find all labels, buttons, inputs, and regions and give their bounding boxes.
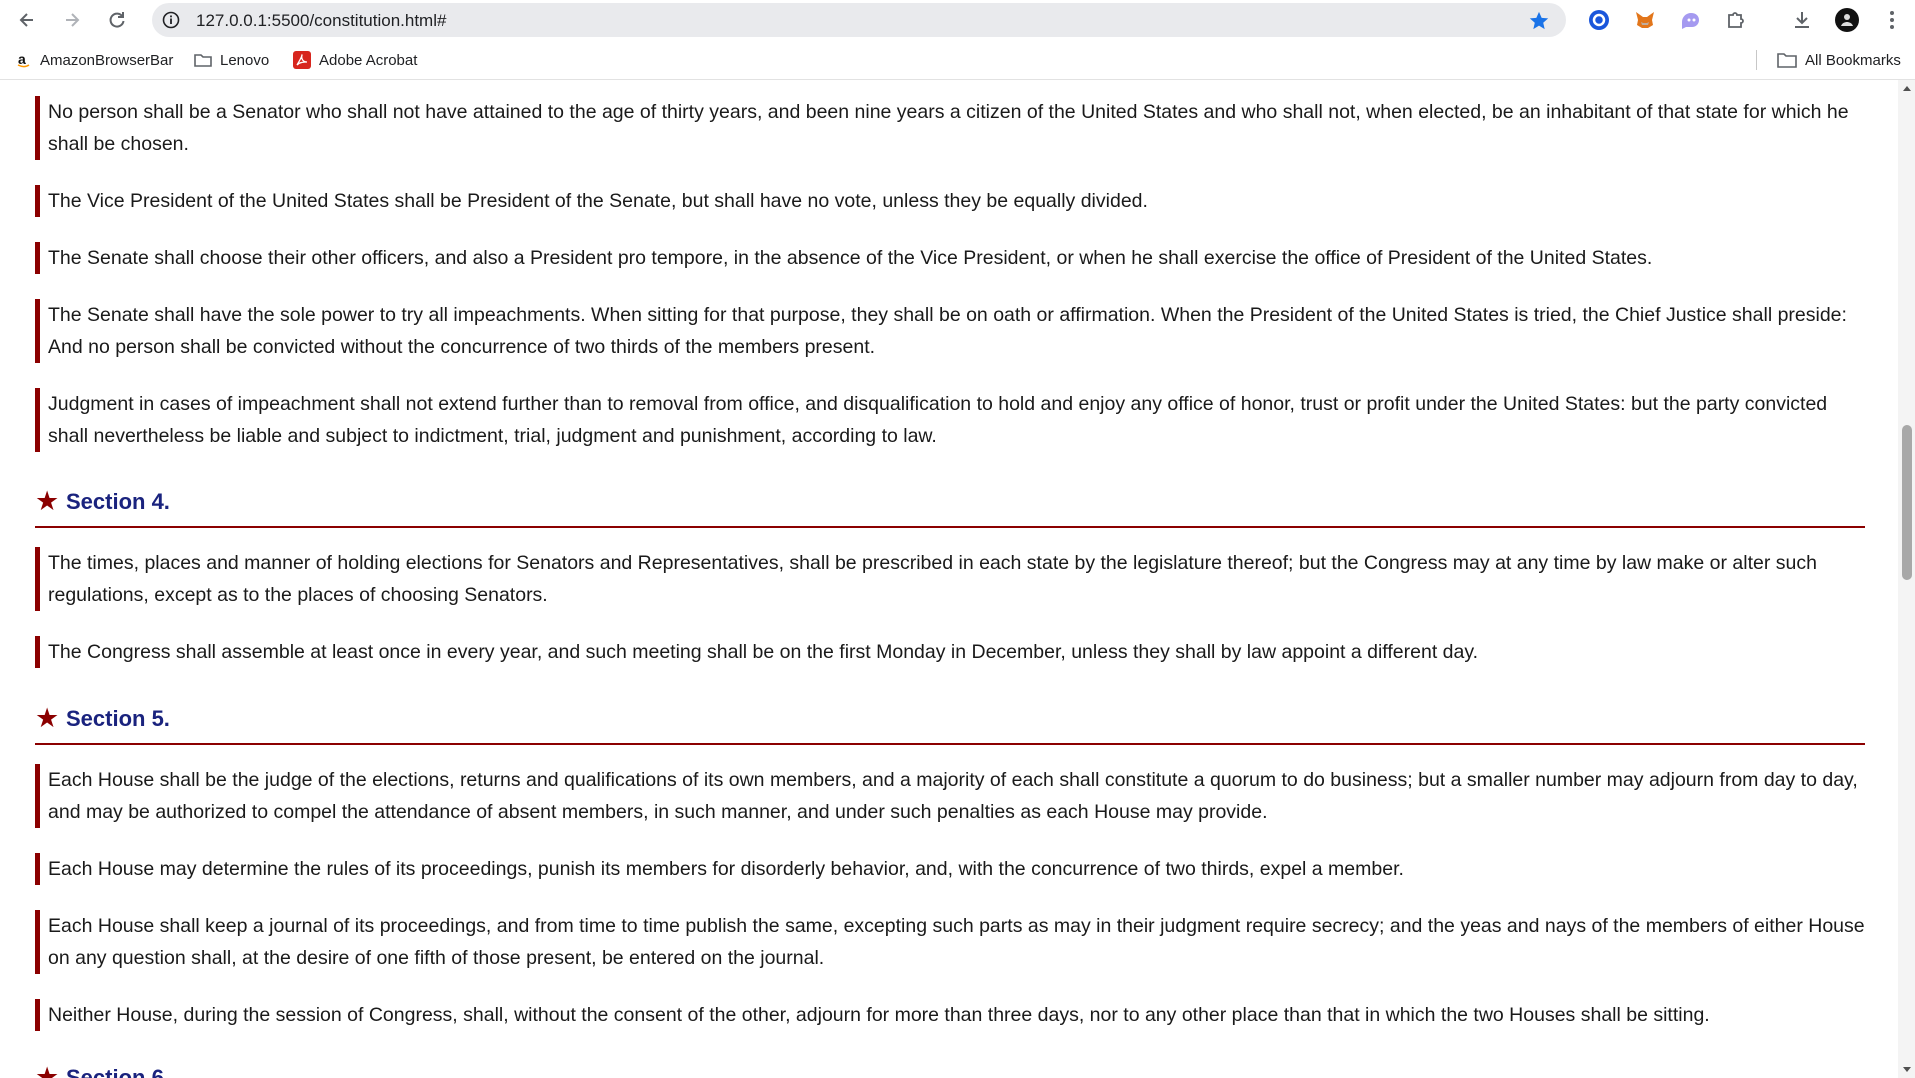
section-title: Section 6. bbox=[66, 1065, 170, 1078]
bookmark-label: AmazonBrowserBar bbox=[40, 51, 174, 69]
ghost-extension-button[interactable] bbox=[1678, 8, 1702, 32]
bookmark-lenovo[interactable]: Lenovo bbox=[194, 40, 269, 80]
scroll-down-icon[interactable] bbox=[1902, 1066, 1912, 1074]
acrobat-icon bbox=[293, 51, 311, 69]
browser-menu-button[interactable] bbox=[1880, 8, 1904, 32]
star-icon: ★ bbox=[35, 1062, 60, 1078]
clause-paragraph: The Senate shall choose their other offi… bbox=[35, 242, 1865, 274]
folder-icon bbox=[194, 52, 212, 68]
extension-circle-button[interactable] bbox=[1587, 8, 1611, 32]
section-heading-4: ★ Section 4. bbox=[35, 480, 1865, 528]
clause-paragraph: Each House may determine the rules of it… bbox=[35, 853, 1865, 885]
bookmark-label: Lenovo bbox=[220, 51, 270, 69]
section-heading-6: ★ Section 6. bbox=[35, 1056, 1865, 1078]
clause-paragraph: The times, places and manner of holding … bbox=[35, 547, 1865, 611]
browser-toolbar: 127.0.0.1:5500/constitution.html# bbox=[0, 0, 1915, 40]
bookmark-label: Adobe Acrobat bbox=[319, 51, 418, 69]
all-bookmarks-label: All Bookmarks bbox=[1805, 51, 1901, 69]
bookmarks-bar: a AmazonBrowserBar Lenovo Adobe Acrobat … bbox=[0, 40, 1915, 80]
folder-icon bbox=[1777, 52, 1797, 68]
amazon-icon: a bbox=[16, 52, 32, 68]
bookmarks-divider bbox=[1756, 50, 1757, 70]
section-heading-5: ★ Section 5. bbox=[35, 697, 1865, 745]
clause-paragraph: The Congress shall assemble at least onc… bbox=[35, 636, 1865, 668]
section-title: Section 4. bbox=[66, 489, 170, 514]
clause-paragraph: Judgment in cases of impeachment shall n… bbox=[35, 388, 1865, 452]
address-bar[interactable]: 127.0.0.1:5500/constitution.html# bbox=[152, 3, 1566, 37]
clause-paragraph: The Vice President of the United States … bbox=[35, 185, 1865, 217]
scrollbar-thumb[interactable] bbox=[1902, 425, 1912, 580]
star-icon: ★ bbox=[35, 486, 60, 516]
bookmark-star-icon[interactable] bbox=[1528, 10, 1550, 32]
page-viewport: No person shall be a Senator who shall n… bbox=[0, 80, 1898, 1078]
avatar bbox=[1835, 8, 1859, 32]
page-scrollbar[interactable] bbox=[1898, 80, 1915, 1078]
url-text[interactable]: 127.0.0.1:5500/constitution.html# bbox=[196, 11, 446, 31]
reload-button[interactable] bbox=[102, 5, 132, 35]
star-icon: ★ bbox=[35, 703, 60, 733]
bookmark-adobe-acrobat[interactable]: Adobe Acrobat bbox=[293, 40, 417, 80]
downloads-button[interactable] bbox=[1790, 8, 1814, 32]
ghost-icon bbox=[1682, 13, 1699, 29]
clause-paragraph: Each House shall be the judge of the ele… bbox=[35, 764, 1865, 828]
fox-icon bbox=[1636, 12, 1654, 28]
puzzle-icon bbox=[1728, 12, 1744, 28]
metamask-extension-button[interactable] bbox=[1633, 8, 1657, 32]
back-button[interactable] bbox=[12, 5, 42, 35]
clause-paragraph: No person shall be a Senator who shall n… bbox=[35, 96, 1865, 160]
clause-paragraph: The Senate shall have the sole power to … bbox=[35, 299, 1865, 363]
profile-button[interactable] bbox=[1835, 8, 1859, 32]
clause-paragraph: Neither House, during the session of Con… bbox=[35, 999, 1865, 1031]
forward-button[interactable] bbox=[57, 5, 87, 35]
reload-icon bbox=[109, 12, 125, 28]
scroll-up-icon[interactable] bbox=[1902, 84, 1912, 92]
extensions-button[interactable] bbox=[1724, 8, 1748, 32]
site-info-icon[interactable] bbox=[162, 11, 180, 29]
arrow-right-icon bbox=[66, 13, 80, 27]
extension-circle-icon bbox=[1589, 10, 1609, 30]
arrow-left-icon bbox=[19, 13, 33, 27]
all-bookmarks-button[interactable]: All Bookmarks bbox=[1777, 40, 1901, 80]
download-icon bbox=[1795, 12, 1809, 28]
more-vertical-icon bbox=[1890, 11, 1894, 29]
clause-paragraph: Each House shall keep a journal of its p… bbox=[35, 910, 1865, 974]
bookmark-amazonbrowserbar[interactable]: a AmazonBrowserBar bbox=[16, 40, 173, 80]
section-title: Section 5. bbox=[66, 706, 170, 731]
